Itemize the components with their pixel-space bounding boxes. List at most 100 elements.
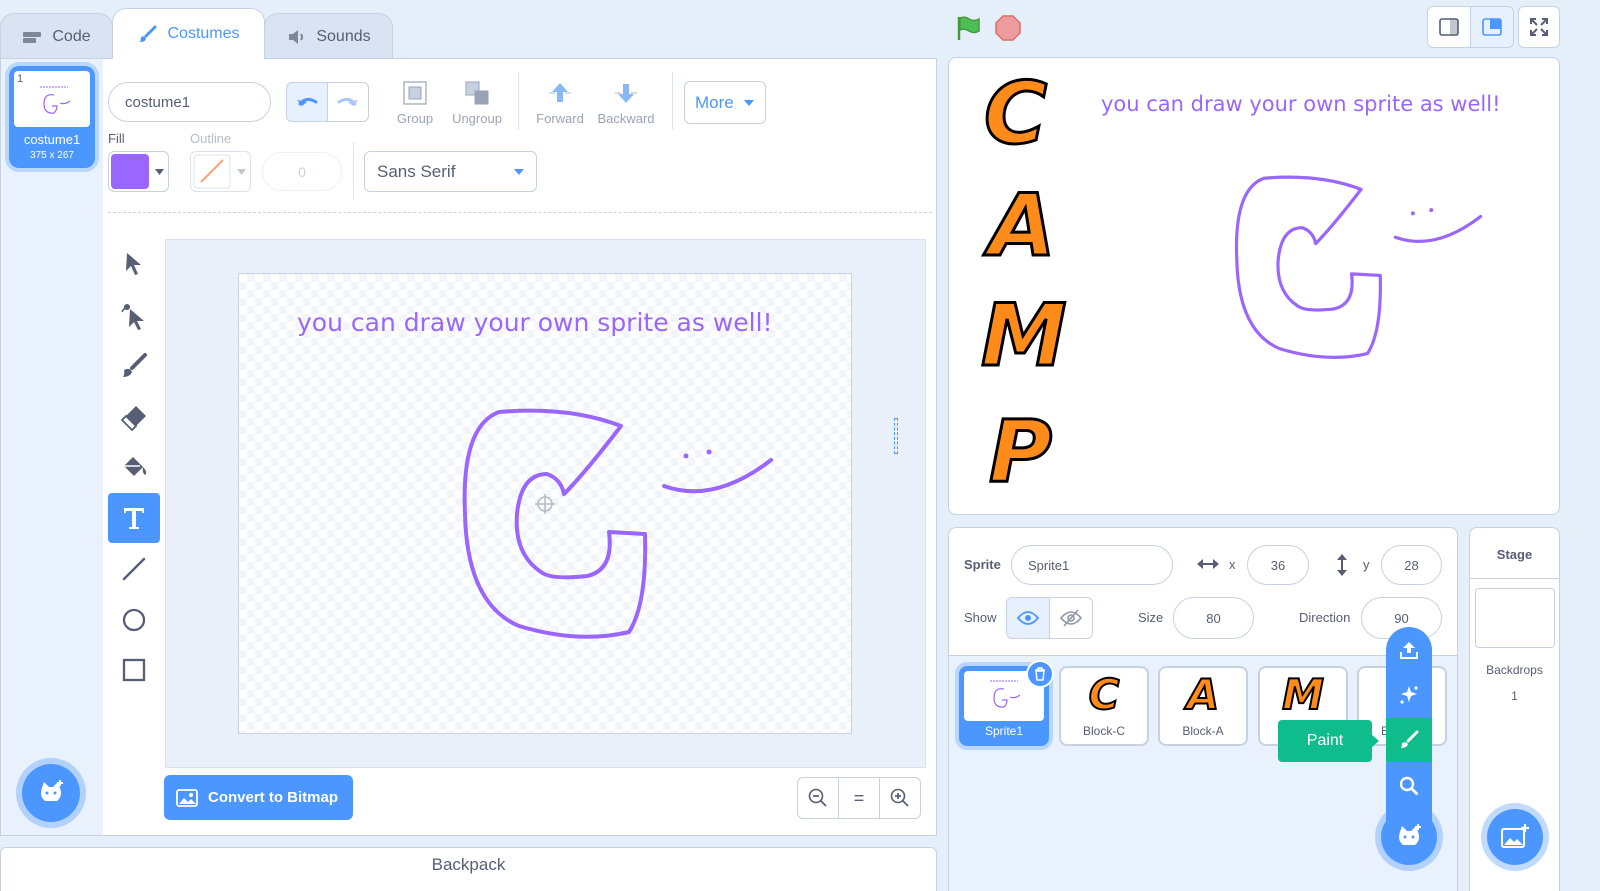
large-stage-icon (1482, 18, 1502, 36)
fullscreen-button[interactable] (1518, 6, 1560, 48)
tab-code[interactable]: Code (0, 13, 113, 59)
stage-letter-c[interactable]: C (982, 63, 1048, 166)
outline-color-picker (190, 151, 251, 192)
costume-thumbnail (40, 86, 71, 114)
costume-name: costume1 (23, 132, 81, 147)
choose-costume-button[interactable] (22, 764, 80, 822)
show-label: Show (964, 610, 997, 625)
costume-name-value: costume1 (125, 93, 191, 111)
chevron-down-icon (514, 168, 524, 175)
costume-name-input[interactable]: costume1 (108, 82, 271, 122)
stage-sprite-c[interactable] (1232, 170, 1487, 365)
fill-tool[interactable] (108, 442, 160, 492)
surprise-sprite-button[interactable] (1386, 673, 1432, 717)
green-flag-icon[interactable] (954, 14, 982, 42)
group-label: Group (396, 111, 434, 126)
zoom-out-button[interactable] (797, 777, 839, 819)
stop-icon[interactable] (994, 14, 1022, 42)
paint-canvas[interactable]: you can draw your own sprite as well! (238, 273, 852, 734)
drawn-c-shape[interactable] (459, 404, 779, 644)
stage-header-divider (1470, 578, 1559, 579)
text-tool[interactable] (108, 493, 160, 543)
undo-button[interactable] (286, 82, 328, 122)
backward-icon[interactable] (613, 80, 639, 106)
size-value: 80 (1206, 610, 1221, 626)
eraser-tool[interactable] (108, 392, 160, 442)
brush-tool[interactable] (108, 341, 160, 391)
small-stage-button[interactable] (1427, 6, 1471, 48)
undo-icon (297, 97, 318, 106)
forward-icon[interactable] (547, 80, 573, 106)
outline-width-value: 0 (298, 163, 306, 180)
cat-plus-icon (1399, 824, 1421, 845)
brush-icon (140, 25, 157, 42)
costume-size: 375 x 267 (30, 150, 74, 161)
size-input[interactable]: 80 (1173, 597, 1254, 639)
sprite-name-input[interactable]: Sprite1 (1011, 545, 1173, 585)
select-tool[interactable] (108, 239, 160, 289)
x-value: 36 (1270, 557, 1286, 573)
stage-letter-a[interactable]: A (988, 175, 1058, 278)
canvas-text[interactable]: you can draw your own sprite as well! (297, 308, 773, 337)
large-stage-button[interactable] (1470, 6, 1514, 48)
convert-to-bitmap-button[interactable]: Convert to Bitmap (164, 775, 353, 820)
ungroup-icon[interactable] (464, 80, 490, 106)
group-icon[interactable] (402, 80, 428, 106)
tab-sounds-label: Sounds (316, 27, 371, 45)
line-tool[interactable] (108, 544, 160, 594)
chevron-down-icon (743, 99, 754, 106)
no-outline-swatch-icon (193, 154, 231, 189)
choose-sprite-button[interactable] (1381, 809, 1437, 865)
show-hidden-button[interactable] (1049, 597, 1093, 639)
image-plus-icon (1501, 824, 1529, 848)
font-dropdown[interactable]: Sans Serif (364, 151, 537, 192)
y-input[interactable]: 28 (1381, 545, 1442, 585)
rectangle-icon (122, 658, 146, 682)
sprite-name-value: Sprite1 (1028, 557, 1070, 573)
paint-sprite-button[interactable] (1386, 718, 1432, 762)
paint-bucket-icon (124, 457, 147, 476)
direction-value: 90 (1394, 610, 1409, 626)
sprite-label: Sprite (964, 557, 1001, 572)
code-icon (23, 31, 42, 43)
costume-item[interactable]: 1 costume1 375 x 267 (9, 66, 95, 168)
zoom-reset-label: = (853, 787, 865, 808)
fill-color-picker[interactable] (108, 151, 169, 192)
circle-tool[interactable] (108, 595, 160, 645)
tooltip-arrow (1371, 734, 1379, 748)
block-m-thumbnail: M (1281, 669, 1325, 720)
size-label: Size (1138, 610, 1164, 625)
horizontal-arrows-icon (1197, 559, 1219, 569)
choose-backdrop-button[interactable] (1487, 809, 1543, 865)
ungroup-label: Ungroup (452, 111, 502, 126)
more-button[interactable]: More (684, 81, 766, 124)
backward-label: Backward (597, 111, 655, 126)
chevron-down-icon (155, 168, 164, 175)
stage-letter-m[interactable]: M (980, 285, 1069, 388)
sprite-tile-block-a[interactable]: A Block-A (1158, 666, 1248, 746)
tab-costumes-label: Costumes (167, 25, 240, 42)
backpack-bar[interactable]: Backpack (0, 847, 937, 891)
costume-list-panel (0, 58, 104, 836)
tab-sounds[interactable]: Sounds (264, 13, 393, 59)
redo-button[interactable] (327, 82, 369, 122)
reshape-icon (121, 304, 144, 330)
toolbar-divider-2 (672, 72, 673, 130)
rectangle-tool[interactable] (108, 645, 160, 695)
direction-label: Direction (1299, 610, 1351, 625)
upload-sprite-button[interactable] (1386, 628, 1432, 672)
scroll-handle[interactable] (894, 418, 898, 454)
delete-sprite-button[interactable] (1026, 660, 1054, 688)
zoom-in-button[interactable] (879, 777, 921, 819)
eye-icon (1017, 611, 1039, 625)
stage-letter-p[interactable]: P (987, 401, 1053, 504)
stage[interactable]: C A M P you can draw your own sprite as … (948, 57, 1560, 515)
show-visible-button[interactable] (1006, 597, 1050, 639)
sprite-tile-block-c[interactable]: C Block-C (1059, 666, 1149, 746)
tab-costumes[interactable]: Costumes (112, 8, 265, 59)
reshape-tool[interactable] (108, 290, 160, 340)
zoom-reset-button[interactable]: = (838, 777, 880, 819)
search-sprite-button[interactable] (1386, 764, 1432, 808)
cat-plus-icon (41, 780, 63, 801)
x-input[interactable]: 36 (1247, 545, 1309, 585)
